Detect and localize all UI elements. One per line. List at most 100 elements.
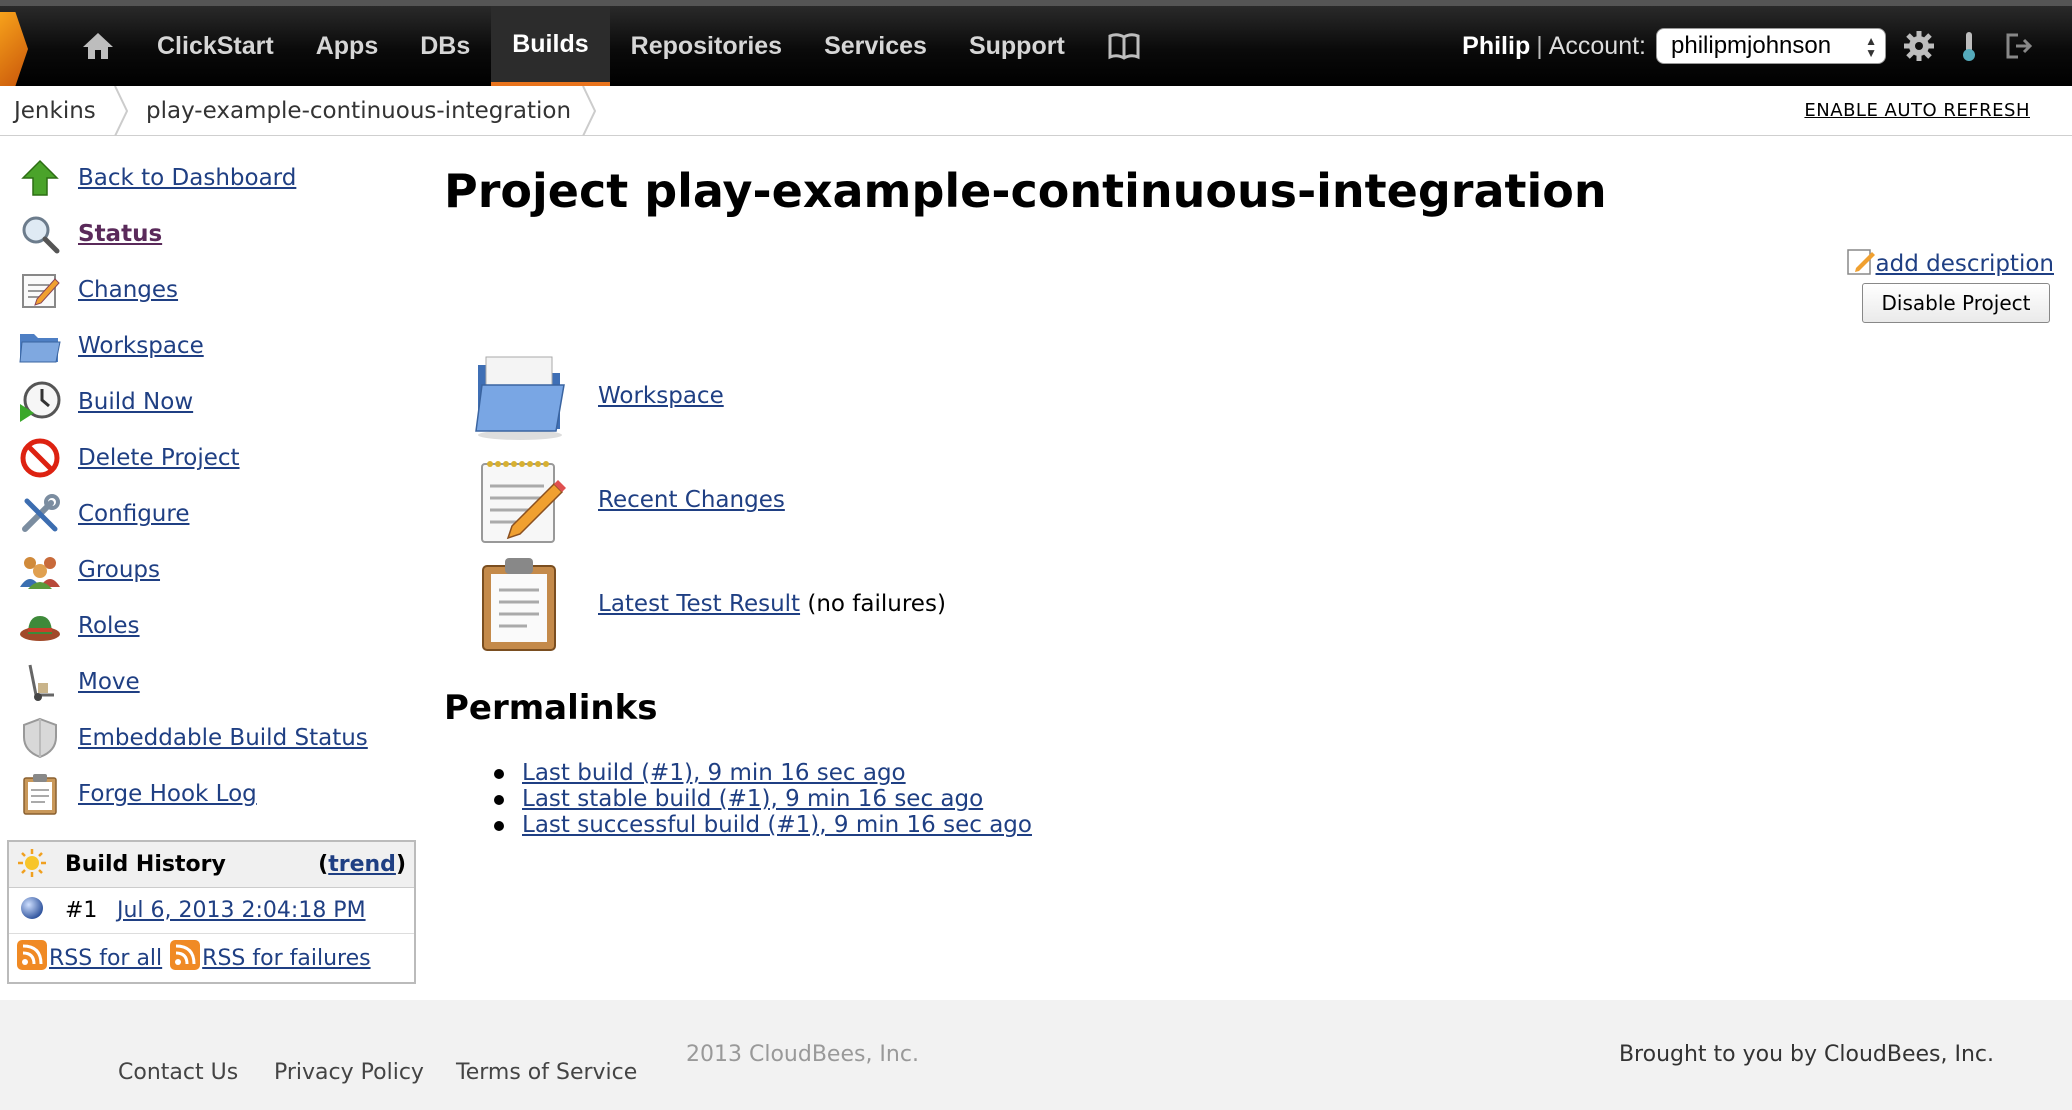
add-description[interactable]: add description [1846, 246, 2055, 282]
permalinks-list: Last build (#1), 9 min 16 sec ago Last s… [494, 760, 1032, 838]
sidebar-item-embeddable-build-status[interactable]: Embeddable Build Status [18, 714, 368, 762]
sidebar-item-status[interactable]: Status [18, 210, 162, 258]
breadcrumb-chevron-icon [582, 86, 596, 136]
nav-repositories[interactable]: Repositories [610, 6, 803, 86]
user-separator: | [1536, 31, 1543, 60]
sidebar-item-label[interactable]: Back to Dashboard [78, 165, 296, 191]
footer-privacy-policy-link[interactable]: Privacy Policy [274, 1060, 424, 1085]
trend-open-paren: ( [318, 852, 329, 877]
thermometer-icon[interactable] [1952, 29, 1986, 63]
rss-failures-link[interactable]: RSS for failures [202, 946, 370, 971]
sidebar-item-label[interactable]: Status [78, 221, 162, 247]
recent-changes-row: Recent Changes [470, 450, 785, 550]
main-nav: ClickStart Apps DBs Builds Repositories … [60, 6, 1162, 86]
shield-icon [18, 716, 62, 760]
breadcrumb: Jenkins play-example-continuous-integrat… [0, 86, 2072, 136]
list-item: Last build (#1), 9 min 16 sec ago [494, 760, 1032, 786]
clipboard-icon [470, 554, 570, 654]
people-group-icon [18, 548, 62, 592]
sidebar-item-label[interactable]: Delete Project [78, 445, 240, 471]
sidebar-item-forge-hook-log[interactable]: Forge Hook Log [18, 770, 257, 818]
sidebar-item-label[interactable]: Embeddable Build Status [78, 725, 368, 751]
latest-test-result-text: Latest Test Result (no failures) [598, 591, 946, 617]
nav-clickstart[interactable]: ClickStart [136, 6, 295, 86]
footer-terms-of-service-link[interactable]: Terms of Service [456, 1060, 637, 1085]
up-arrow-icon [18, 156, 62, 200]
nav-dbs[interactable]: DBs [399, 6, 491, 86]
account-value: philipmjohnson [1671, 32, 1832, 59]
latest-test-result-row: Latest Test Result (no failures) [470, 554, 946, 654]
copyright: 2013 CloudBees, Inc. [686, 1042, 919, 1067]
sidebar-item-label[interactable]: Groups [78, 557, 160, 583]
sidebar-item-changes[interactable]: Changes [18, 266, 178, 314]
sidebar-item-label[interactable]: Configure [78, 501, 189, 527]
sidebar-item-back-to-dashboard[interactable]: Back to Dashboard [18, 154, 296, 202]
notepad-icon [470, 450, 570, 550]
nav-services[interactable]: Services [803, 6, 948, 86]
workspace-row: Workspace [470, 346, 724, 446]
sidebar-item-label[interactable]: Roles [78, 613, 140, 639]
workspace-link[interactable]: Workspace [598, 383, 724, 409]
sidebar-item-build-now[interactable]: Build Now [18, 378, 193, 426]
build-history-panel: Build History (trend) #1 Jul 6, 2013 2:0… [7, 840, 416, 984]
logout-icon[interactable] [2002, 29, 2036, 63]
sidebar-item-label[interactable]: Move [78, 669, 140, 695]
select-arrows-icon: ▲ ▼ [1865, 34, 1877, 60]
clipboard-icon [18, 772, 62, 816]
recent-changes-link[interactable]: Recent Changes [598, 487, 785, 513]
home-icon[interactable] [60, 6, 136, 86]
user-area: Philip | Account: philipmjohnson ▲ ▼ [1462, 6, 2036, 86]
sun-icon [17, 848, 47, 882]
table-row: #1 Jul 6, 2013 2:04:18 PM [9, 888, 414, 934]
no-entry-icon [18, 436, 62, 480]
trend-wrapper: (trend) [318, 852, 406, 877]
breadcrumb-project[interactable]: play-example-continuous-integration [146, 86, 571, 136]
top-navbar: ClickStart Apps DBs Builds Repositories … [0, 0, 2072, 86]
tools-icon [18, 492, 62, 536]
sidebar-item-move[interactable]: Move [18, 658, 140, 706]
nav-builds[interactable]: Builds [491, 6, 610, 86]
sidebar-item-label[interactable]: Forge Hook Log [78, 781, 257, 807]
build-date-link[interactable]: Jul 6, 2013 2:04:18 PM [117, 898, 366, 923]
user-name[interactable]: Philip [1462, 32, 1530, 61]
build-history-header: Build History (trend) [9, 842, 414, 888]
sidebar-item-label[interactable]: Changes [78, 277, 178, 303]
brought-by: Brought to you by CloudBees, Inc. [1618, 1042, 1994, 1067]
rss-icon [170, 940, 201, 976]
sidebar-item-roles[interactable]: Roles [18, 602, 140, 650]
gear-icon[interactable] [1902, 29, 1936, 63]
folder-icon [18, 324, 62, 368]
brand-tab[interactable] [0, 12, 28, 86]
blue-ball-icon [19, 895, 45, 927]
trend-close-paren: ) [395, 852, 406, 877]
footer: Contact Us Privacy Policy Terms of Servi… [0, 1000, 2072, 1110]
sidebar-item-workspace[interactable]: Workspace [18, 322, 204, 370]
permalink-last-stable-build[interactable]: Last stable build (#1), 9 min 16 sec ago [522, 786, 983, 812]
test-result-status: (no failures) [800, 591, 946, 617]
sidebar-item-configure[interactable]: Configure [18, 490, 189, 538]
book-icon[interactable] [1086, 6, 1162, 86]
list-item: Last successful build (#1), 9 min 16 sec… [494, 812, 1032, 838]
footer-contact-us-link[interactable]: Contact Us [118, 1060, 238, 1085]
add-description-link[interactable]: add description [1876, 251, 2055, 277]
latest-test-result-link[interactable]: Latest Test Result [598, 591, 800, 617]
rss-all-link[interactable]: RSS for all [49, 946, 162, 971]
breadcrumb-jenkins[interactable]: Jenkins [14, 86, 96, 136]
disable-project-button[interactable]: Disable Project [1862, 283, 2050, 323]
enable-auto-refresh-link[interactable]: ENABLE AUTO REFRESH [1804, 100, 2030, 121]
account-select[interactable]: philipmjohnson ▲ ▼ [1656, 28, 1886, 64]
sidebar-item-label[interactable]: Workspace [78, 333, 204, 359]
sidebar-item-groups[interactable]: Groups [18, 546, 160, 594]
nav-apps[interactable]: Apps [295, 6, 400, 86]
rss-links: RSS for all RSS for failures [9, 934, 414, 982]
permalink-last-successful-build[interactable]: Last successful build (#1), 9 min 16 sec… [522, 812, 1032, 838]
trend-link[interactable]: trend [328, 852, 396, 877]
sidebar-item-label[interactable]: Build Now [78, 389, 193, 415]
clock-play-icon [18, 380, 62, 424]
list-item: Last stable build (#1), 9 min 16 sec ago [494, 786, 1032, 812]
notepad-icon [18, 268, 62, 312]
page-title: Project play-example-continuous-integrat… [444, 164, 1607, 218]
nav-support[interactable]: Support [948, 6, 1086, 86]
sidebar-item-delete-project[interactable]: Delete Project [18, 434, 240, 482]
permalink-last-build[interactable]: Last build (#1), 9 min 16 sec ago [522, 760, 906, 786]
